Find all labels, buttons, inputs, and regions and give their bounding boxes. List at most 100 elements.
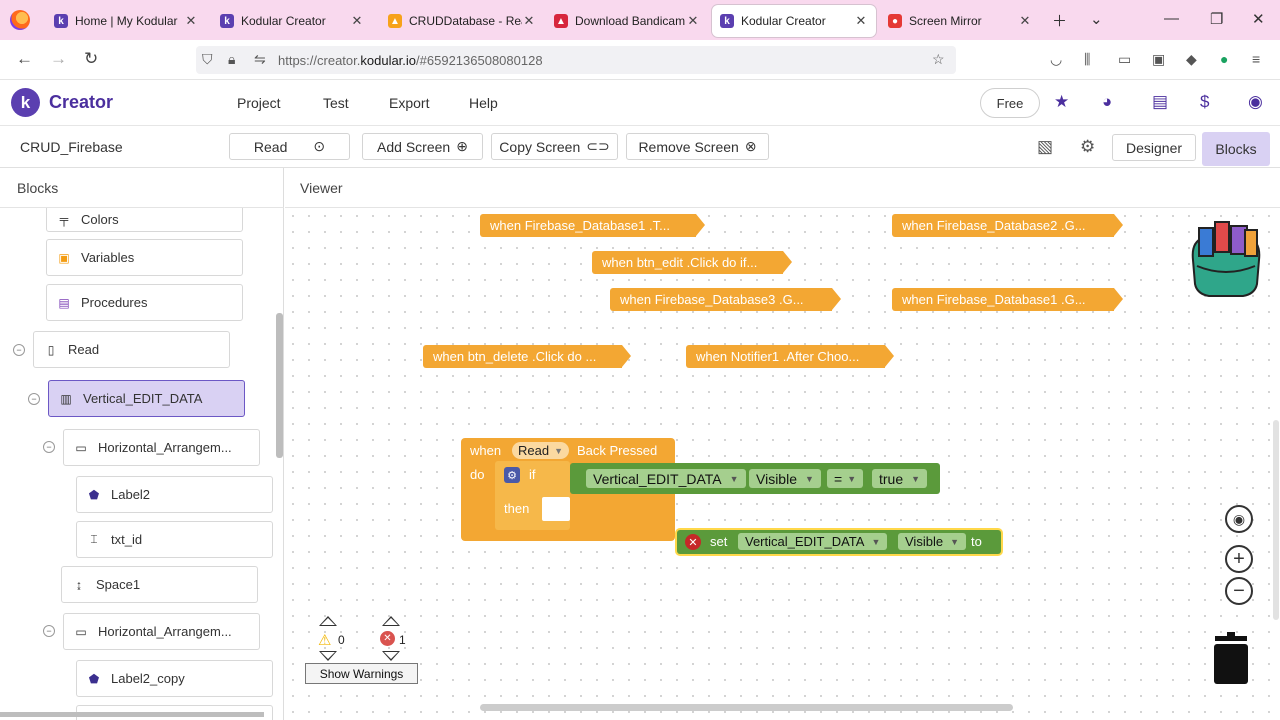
- compare-block[interactable]: Vertical_EDIT_DATA ▼ Visible ▼ = ▼ true ▼: [570, 463, 940, 494]
- collapsed-block-firebase-db2-g[interactable]: when Firebase_Database2 .G...: [892, 214, 1123, 237]
- tree-item-horizontal-arrangement-1[interactable]: ▭ Horizontal_Arrangem...: [63, 429, 260, 466]
- document-icon[interactable]: ▤: [1152, 92, 1168, 112]
- kodular-logo[interactable]: k: [11, 88, 40, 117]
- next-warning-arrow-icon[interactable]: [319, 651, 337, 661]
- collapse-read[interactable]: −: [13, 344, 25, 356]
- backpack-icon[interactable]: [1183, 220, 1269, 300]
- grammarly-icon[interactable]: ●: [1220, 51, 1228, 67]
- trash-icon[interactable]: [1213, 632, 1249, 684]
- close-icon[interactable]: ✕: [350, 13, 364, 29]
- zoom-out-icon[interactable]: −: [1225, 577, 1253, 605]
- error-icon[interactable]: ✕: [685, 534, 701, 550]
- tab-list-chevron-icon[interactable]: ⌄: [1090, 10, 1103, 28]
- collapsed-block-btn-delete-click[interactable]: when btn_delete .Click do ...: [423, 345, 631, 368]
- collapsed-block-firebase-db3-g[interactable]: when Firebase_Database3 .G...: [610, 288, 841, 311]
- firefox-icon[interactable]: [10, 10, 30, 30]
- prev-error-arrow-icon[interactable]: [382, 616, 400, 626]
- tab-cruddatabase[interactable]: ▲ CRUDDatabase - Realti ✕: [380, 5, 544, 37]
- reload-icon[interactable]: ↻: [84, 49, 98, 69]
- collapse-horizontal-1[interactable]: −: [43, 441, 55, 453]
- close-icon[interactable]: ✕: [686, 13, 700, 29]
- app-menu-icon[interactable]: ≡: [1252, 51, 1260, 67]
- screenshot-icon[interactable]: ▣: [1152, 51, 1165, 68]
- screen-select-button[interactable]: Read ⊙: [229, 133, 350, 160]
- remove-screen-button[interactable]: Remove Screen ⊗: [626, 133, 769, 160]
- tree-item-vertical-edit-data[interactable]: ▥ Vertical_EDIT_DATA: [48, 380, 245, 417]
- zoom-in-icon[interactable]: +: [1225, 545, 1253, 573]
- close-icon[interactable]: ✕: [854, 13, 868, 29]
- menu-project[interactable]: Project: [237, 95, 281, 111]
- extension-icon[interactable]: ◆: [1186, 51, 1197, 68]
- collapsed-block-notifier1-after[interactable]: when Notifier1 .After Choo...: [686, 345, 894, 368]
- boolean-dropdown-true[interactable]: true ▼: [872, 469, 928, 488]
- tree-item-colors[interactable]: ╤ Colors: [46, 208, 243, 232]
- tree-horizontal-scrollbar[interactable]: [0, 712, 264, 717]
- tree-item-read[interactable]: ▯ Read: [33, 331, 230, 368]
- tab-home-kodular[interactable]: k Home | My Kodular ✕: [46, 5, 206, 37]
- collapse-vertical-edit-data[interactable]: −: [28, 393, 40, 405]
- tab-kodular-creator[interactable]: k Kodular Creator ✕: [212, 5, 372, 37]
- copy-screen-button[interactable]: Copy Screen ⊂⊃: [491, 133, 618, 160]
- lock-icon[interactable]: 🔒︎: [228, 51, 235, 68]
- menu-export[interactable]: Export: [389, 95, 429, 111]
- sidebar-icon[interactable]: ▭: [1118, 51, 1131, 68]
- tree-item-procedures[interactable]: ▤ Procedures: [46, 284, 243, 321]
- pocket-icon[interactable]: ◡: [1050, 51, 1062, 68]
- designer-button[interactable]: Designer: [1112, 134, 1196, 161]
- collapsed-block-firebase-db1-t[interactable]: when Firebase_Database1 .T...: [480, 214, 705, 237]
- set-property-dropdown[interactable]: Visible ▼: [898, 533, 966, 550]
- menu-test[interactable]: Test: [323, 95, 349, 111]
- collapse-horizontal-2[interactable]: −: [43, 625, 55, 637]
- tab-kodular-creator-active[interactable]: k Kodular Creator ✕: [712, 5, 876, 37]
- next-error-arrow-icon[interactable]: [382, 651, 400, 661]
- set-property-block[interactable]: set Vertical_EDIT_DATA ▼ Visible ▼ to: [677, 530, 1001, 554]
- prev-warning-arrow-icon[interactable]: [319, 616, 337, 626]
- component-dropdown-read[interactable]: Read ▼: [512, 442, 569, 459]
- gear-icon[interactable]: ⚙: [1080, 137, 1095, 157]
- shield-icon[interactable]: ⛉: [202, 51, 213, 68]
- plan-button[interactable]: Free: [980, 88, 1040, 118]
- collapsed-block-btn-edit-click[interactable]: when btn_edit .Click do if...: [592, 251, 792, 274]
- dollar-icon[interactable]: $: [1200, 92, 1209, 112]
- tree-item-variables[interactable]: ▣ Variables: [46, 239, 243, 276]
- url-text[interactable]: https://creator.kodular.io/#659213650808…: [278, 53, 543, 68]
- set-component-dropdown[interactable]: Vertical_EDIT_DATA ▼: [738, 533, 888, 550]
- close-icon[interactable]: ✕: [522, 13, 536, 29]
- close-icon[interactable]: ✕: [1018, 13, 1032, 29]
- blocks-workspace[interactable]: when Firebase_Database1 .T... when Fireb…: [285, 208, 1280, 720]
- account-icon[interactable]: ◉: [1248, 92, 1263, 112]
- collapsed-block-firebase-db1-g[interactable]: when Firebase_Database1 .G...: [892, 288, 1123, 311]
- tree-item-label2[interactable]: ⬟ Label2: [76, 476, 273, 513]
- tree-scrollbar[interactable]: [276, 313, 283, 458]
- palette-icon[interactable]: ◕: [1102, 92, 1112, 112]
- new-tab-icon[interactable]: ＋: [1052, 10, 1067, 31]
- menu-help[interactable]: Help: [469, 95, 498, 111]
- add-screen-button[interactable]: Add Screen ⊕: [362, 133, 483, 160]
- library-icon[interactable]: ⫼: [1084, 51, 1090, 68]
- tree-item-txt-id[interactable]: ⌶ txt_id: [76, 521, 273, 558]
- close-icon[interactable]: ✕: [184, 13, 198, 29]
- address-bar[interactable]: ⛉ 🔒︎ ⇋ https://creator.kodular.io/#65921…: [196, 46, 956, 74]
- mutator-gear-icon[interactable]: ⚙: [504, 467, 520, 483]
- tab-download-bandicam[interactable]: ▲ Download Bandicam F ✕: [546, 5, 708, 37]
- tab-screen-mirror[interactable]: ● Screen Mirror ✕: [880, 5, 1040, 37]
- show-warnings-button[interactable]: Show Warnings: [305, 663, 418, 684]
- workspace-vertical-scrollbar[interactable]: [1273, 420, 1279, 620]
- recenter-target-icon[interactable]: ◉: [1225, 505, 1253, 533]
- image-library-icon[interactable]: ▧: [1037, 137, 1053, 157]
- folder-star-icon[interactable]: ★: [1054, 92, 1069, 112]
- component-dropdown-vertical-edit-data[interactable]: Vertical_EDIT_DATA ▼: [586, 469, 746, 488]
- permissions-icon[interactable]: ⇋: [254, 51, 266, 68]
- blocks-button[interactable]: Blocks: [1202, 132, 1270, 166]
- bookmark-star-icon[interactable]: ☆: [932, 51, 945, 68]
- tree-item-horizontal-arrangement-2[interactable]: ▭ Horizontal_Arrangem...: [63, 613, 260, 650]
- property-dropdown-visible[interactable]: Visible ▼: [749, 469, 821, 488]
- workspace-horizontal-scrollbar[interactable]: [480, 704, 1013, 711]
- tree-item-label2-copy[interactable]: ⬟ Label2_copy: [76, 660, 273, 697]
- restore-icon[interactable]: ❐: [1210, 10, 1223, 28]
- operator-dropdown[interactable]: = ▼: [827, 469, 864, 488]
- minimize-icon[interactable]: —: [1164, 10, 1179, 27]
- window-close-icon[interactable]: ✕: [1252, 10, 1265, 28]
- tree-item-space1[interactable]: ↨ Space1: [61, 566, 258, 603]
- forward-arrow-icon[interactable]: →: [50, 49, 67, 69]
